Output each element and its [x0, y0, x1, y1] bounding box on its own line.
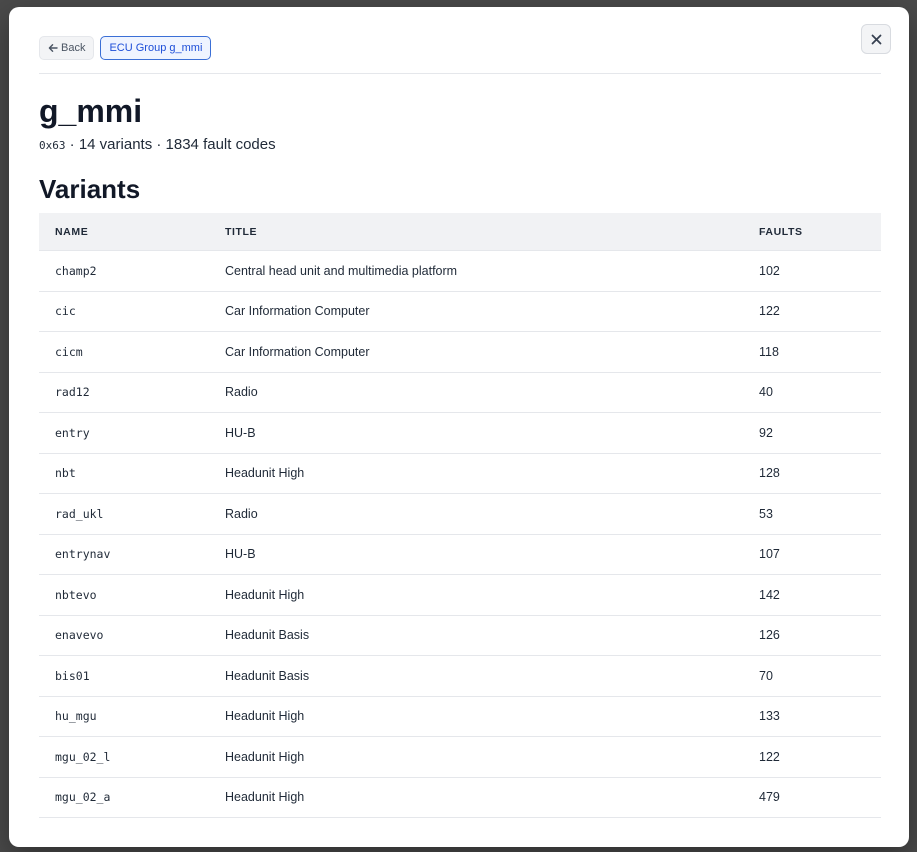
table-row[interactable]: rad_ukl Radio 53 [39, 493, 881, 535]
variant-faults: 70 [743, 655, 881, 697]
table-row[interactable]: champ2 Central head unit and multimedia … [39, 250, 881, 292]
variant-title: Headunit Basis [209, 615, 743, 656]
back-button[interactable]: Back [39, 36, 95, 60]
variant-name: entrynav [39, 534, 209, 575]
table-row[interactable]: bis01 Headunit Basis 70 [39, 655, 881, 697]
table-row[interactable]: nbtevo Headunit High 142 [39, 574, 881, 616]
variant-title: Headunit High [209, 453, 743, 494]
variant-title: Car Information Computer [209, 291, 743, 332]
close-icon [871, 34, 881, 44]
ecu-group-chip-label: ECU Group g_mmi [109, 42, 203, 54]
variant-name: champ2 [39, 250, 209, 292]
variant-faults: 479 [743, 777, 881, 818]
variant-faults: 133 [743, 696, 881, 737]
table-row[interactable]: entry HU-B 92 [39, 412, 881, 454]
variant-title: Central head unit and multimedia platfor… [209, 250, 743, 292]
variant-title: Radio [209, 372, 743, 413]
variant-name: hu_mgu [39, 696, 209, 737]
variant-title: Headunit Basis [209, 655, 743, 697]
variant-faults: 118 [743, 331, 881, 373]
variant-faults: 40 [743, 372, 881, 413]
ecu-group-chip[interactable]: ECU Group g_mmi [100, 36, 212, 60]
table-row[interactable]: nbt Headunit High 128 [39, 453, 881, 494]
table-header-row: NAME TITLE FAULTS [39, 213, 881, 251]
header-divider [39, 73, 881, 74]
variant-title: Headunit High [209, 736, 743, 778]
close-button[interactable] [861, 24, 891, 54]
table-row[interactable]: enavevo Headunit Basis 126 [39, 615, 881, 656]
variant-faults: 102 [743, 250, 881, 292]
variant-title: Radio [209, 493, 743, 535]
variant-name: rad_ukl [39, 493, 209, 535]
ecu-meta: 0x63 · 14 variants · 1834 fault codes [39, 135, 276, 156]
variant-name: cicm [39, 331, 209, 373]
variant-faults: 128 [743, 453, 881, 494]
variant-name: nbt [39, 453, 209, 494]
table-row[interactable]: rad12 Radio 40 [39, 372, 881, 413]
variant-title: HU-B [209, 534, 743, 575]
back-button-label: Back [61, 42, 86, 54]
section-title: Variants [39, 174, 141, 204]
variant-name: enavevo [39, 615, 209, 656]
variant-faults: 126 [743, 615, 881, 656]
variant-title: Car Information Computer [209, 331, 743, 373]
column-header-name: NAME [39, 213, 209, 251]
variant-name: entry [39, 412, 209, 454]
table-row[interactable]: cic Car Information Computer 122 [39, 291, 881, 332]
variant-faults: 107 [743, 534, 881, 575]
variant-faults: 122 [743, 291, 881, 332]
variant-title: Headunit High [209, 696, 743, 737]
ecu-code: 0x63 [39, 139, 66, 152]
variant-faults: 92 [743, 412, 881, 454]
column-header-title: TITLE [209, 213, 743, 251]
variant-title: Headunit High [209, 574, 743, 616]
table-row[interactable]: cicm Car Information Computer 118 [39, 331, 881, 373]
variant-faults: 142 [743, 574, 881, 616]
variant-name: nbtevo [39, 574, 209, 616]
variants-table: NAME TITLE FAULTS champ2 Central head un… [39, 213, 881, 818]
ecu-summary: · 14 variants · 1834 fault codes [65, 136, 276, 153]
variant-name: mgu_02_a [39, 777, 209, 818]
table-row[interactable]: mgu_02_a Headunit High 479 [39, 777, 881, 818]
variant-title: HU-B [209, 412, 743, 454]
column-header-faults: FAULTS [743, 213, 881, 251]
variant-name: mgu_02_l [39, 736, 209, 778]
variant-name: rad12 [39, 372, 209, 413]
table-row[interactable]: mgu_02_l Headunit High 122 [39, 736, 881, 778]
table-row[interactable]: hu_mgu Headunit High 133 [39, 696, 881, 737]
variant-name: cic [39, 291, 209, 332]
variant-faults: 122 [743, 736, 881, 778]
modal-toolbar: Back ECU Group g_mmi [39, 36, 212, 60]
variant-faults: 53 [743, 493, 881, 535]
arrow-left-icon [48, 44, 58, 52]
variant-modal: Back ECU Group g_mmi g_mmi 0x63 · 14 var… [9, 7, 909, 847]
variant-name: bis01 [39, 655, 209, 697]
table-row[interactable]: entrynav HU-B 107 [39, 534, 881, 575]
page-title: g_mmi [39, 93, 143, 129]
variant-title: Headunit High [209, 777, 743, 818]
